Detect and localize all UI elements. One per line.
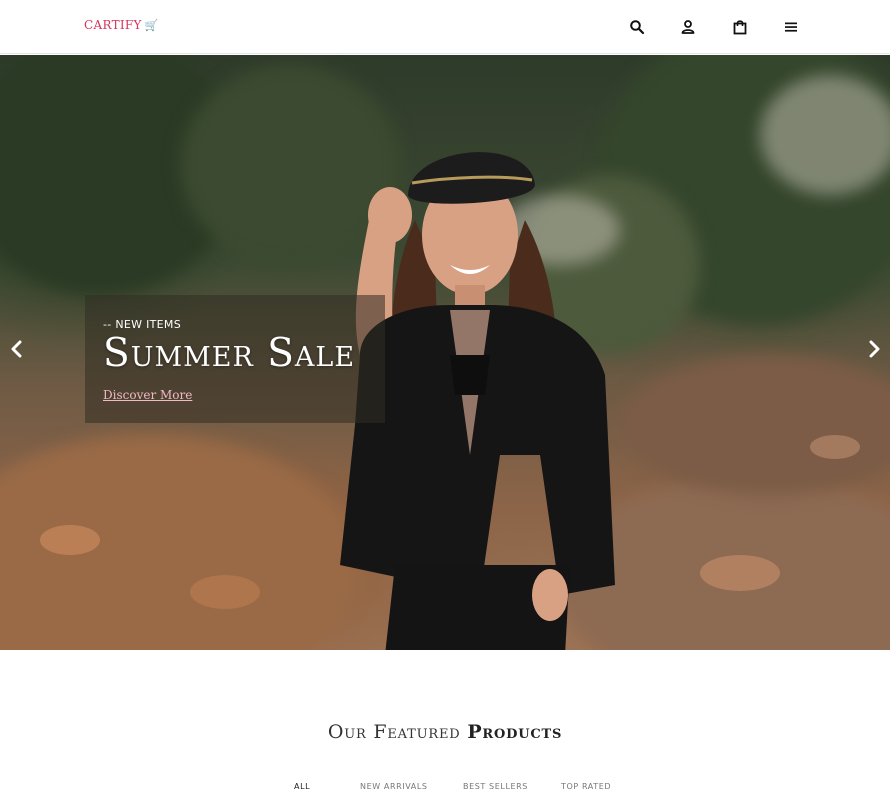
search-icon[interactable] — [627, 17, 647, 37]
tab-all[interactable]: ALL — [294, 782, 310, 791]
chevron-right-icon[interactable] — [864, 337, 884, 361]
hero-banner: -- NEW ITEMS Summer Sale Discover More — [0, 55, 890, 650]
bag-icon[interactable] — [730, 17, 750, 37]
tab-new-arrivals[interactable]: NEW ARRIVALS — [360, 782, 428, 791]
featured-title-light: Our Featured — [327, 721, 461, 743]
discover-more-link[interactable]: Discover More — [103, 388, 192, 402]
chevron-left-icon[interactable] — [7, 337, 27, 361]
tab-best-sellers[interactable]: BEST SELLERS — [463, 782, 528, 791]
product-tabs: ALL NEW ARRIVALS BEST SELLERS TOP RATED — [0, 782, 890, 791]
tab-top-rated[interactable]: TOP RATED — [561, 782, 611, 791]
user-icon[interactable] — [678, 17, 698, 37]
featured-title-bold: Products — [467, 721, 563, 743]
cart-icon: 🛒 — [144, 19, 159, 32]
logo[interactable]: CARTIFY 🛒 — [84, 18, 159, 32]
logo-text: CARTIFY — [84, 18, 142, 32]
featured-title: Our Featured Products — [0, 721, 890, 743]
menu-icon[interactable] — [781, 17, 801, 37]
hero-title: Summer Sale — [103, 331, 356, 376]
site-header: CARTIFY 🛒 — [0, 0, 890, 54]
hero-tag: -- NEW ITEMS — [103, 318, 181, 331]
